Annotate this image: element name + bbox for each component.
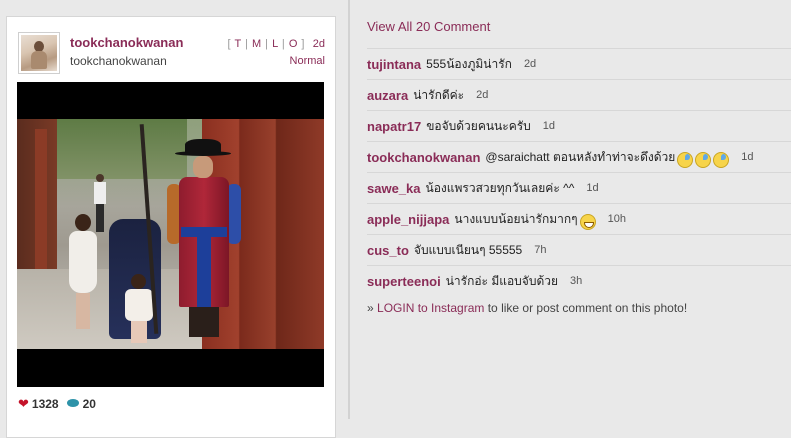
crying-face-icon [695, 152, 712, 168]
comment-time: 1d [741, 151, 754, 163]
comment-row: apple_nijjapa นางแบบน้อยน่ารักมากๆ 10h [367, 203, 791, 234]
like-count: 1328 [31, 397, 59, 411]
comment-time: 1d [542, 120, 556, 132]
post-age: 2d [312, 38, 325, 50]
comment-row: superteenoi น่ารักอ่ะ มีแอบจับด้วย 3h [367, 265, 791, 296]
heart-icon[interactable]: ❤ [18, 396, 29, 411]
login-prompt: » LOGIN to Instagram to like or post com… [367, 301, 687, 315]
comment-text: นางแบบน้อยน่ารักมากๆ [454, 211, 578, 226]
comment-time: 7h [534, 244, 547, 256]
comment-row: tookchanokwanan @saraichatt ตอนหลังทำท่า… [367, 141, 791, 172]
photo-card: tookchanokwanan tookchanokwanan [ T | M … [6, 16, 336, 438]
comment-count: 20 [82, 397, 96, 411]
comment-time: 1d [586, 182, 599, 194]
comment-text: น้องแพรวสวยทุกวันเลยค่ะ ^^ [425, 180, 575, 195]
comment-list: tujintana 555น้องภูมิน่ารัก 2d auzara น่… [367, 48, 791, 296]
comment-time: 2d [523, 58, 537, 70]
crying-face-icon [713, 152, 730, 168]
comment-row: tujintana 555น้องภูมิน่ารัก 2d [367, 48, 791, 79]
view-all-comments-link[interactable]: View All 20 Comment [367, 19, 490, 34]
comment-username[interactable]: tujintana [367, 57, 421, 72]
column-divider [348, 0, 350, 419]
comment-username[interactable]: napatr17 [367, 119, 421, 134]
post-stats: ❤ 1328 20 [18, 396, 96, 412]
comment-row: napatr17 ขอจับด้วยคนนะครับ 1d [367, 110, 791, 141]
comment-username[interactable]: apple_nijjapa [367, 212, 449, 227]
tmlo-links: [ T | M | L | O ] [227, 38, 305, 50]
comment-time: 2d [476, 89, 489, 101]
login-link[interactable]: LOGIN to Instagram [377, 301, 484, 315]
photo-scene [17, 119, 324, 349]
comment-time: 10h [607, 213, 626, 225]
comment-text: ขอจับด้วยคนนะครับ [426, 118, 531, 133]
comment-username[interactable]: auzara [367, 88, 408, 103]
grinning-face-icon [579, 214, 596, 230]
post-full-name: tookchanokwanan [70, 54, 167, 68]
login-suffix: to like or post comment on this photo! [484, 301, 688, 315]
comment-username[interactable]: sawe_ka [367, 181, 421, 196]
crying-face-icon [677, 152, 694, 168]
comment-username[interactable]: cus_to [367, 243, 409, 258]
filter-label: Normal [289, 55, 325, 67]
comment-username[interactable]: tookchanokwanan [367, 150, 480, 165]
post-photo[interactable] [17, 82, 324, 387]
avatar[interactable] [18, 32, 60, 74]
comment-username[interactable]: superteenoi [367, 274, 441, 289]
speech-bubble-icon[interactable] [66, 399, 79, 407]
comment-text: น่ารักอ่ะ มีแอบจับด้วย [445, 273, 559, 288]
post-username[interactable]: tookchanokwanan [70, 35, 183, 50]
comment-text: @saraichatt ตอนหลังทำท่าจะดึงด้วย [485, 149, 676, 164]
comment-text: 555น้องภูมิน่ารัก [426, 56, 512, 71]
comment-time: 3h [570, 275, 583, 287]
tmlo-m-link[interactable]: M [252, 38, 262, 50]
tmlo-o-link[interactable]: O [289, 38, 298, 50]
comment-row: cus_to จับแบบเนียนๆ 55555 7h [367, 234, 791, 265]
comment-text: จับแบบเนียนๆ 55555 [413, 242, 523, 257]
avatar-image [21, 35, 57, 71]
comment-row: sawe_ka น้องแพรวสวยทุกวันเลยค่ะ ^^ 1d [367, 172, 791, 203]
login-prefix: » [367, 301, 378, 315]
comment-text: น่ารักดีค่ะ [413, 87, 465, 102]
comment-row: auzara น่ารักดีค่ะ 2d [367, 79, 791, 110]
